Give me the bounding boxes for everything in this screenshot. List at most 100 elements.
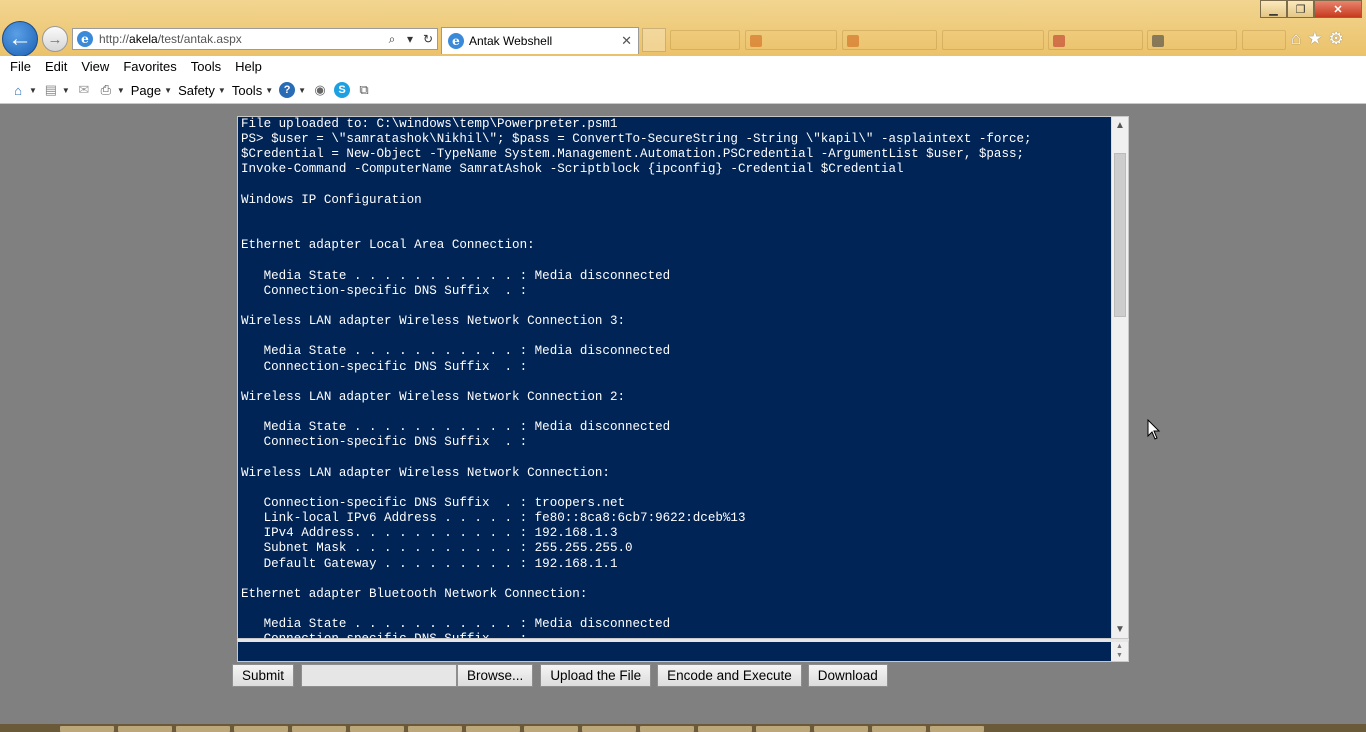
menu-tools[interactable]: Tools: [191, 59, 221, 74]
background-tab[interactable]: [1242, 30, 1286, 50]
mouse-pointer-icon: [1147, 419, 1161, 440]
refresh-icon[interactable]: ↻: [419, 32, 437, 46]
taskbar-item[interactable]: [176, 726, 230, 732]
chevron-down-icon[interactable]: ▼: [62, 86, 70, 95]
console-output-area[interactable]: File uploaded to: C:\windows\temp\Powerp…: [237, 116, 1129, 639]
rss-feed-icon: ▤: [44, 82, 58, 97]
taskbar-item[interactable]: [118, 726, 172, 732]
background-tab[interactable]: [1048, 30, 1143, 50]
background-tab[interactable]: [942, 30, 1044, 50]
ie-favicon-icon: e: [448, 33, 464, 49]
favorites-star-icon[interactable]: ★: [1307, 29, 1322, 49]
browser-titlebar: ← → e http://akela/test/antak.aspx ⌕ ▾ ↻…: [0, 0, 1366, 57]
addon-icon: ⧉: [359, 82, 369, 97]
arrow-right-icon: →: [47, 30, 63, 48]
command-input[interactable]: ▲ ▼: [237, 639, 1129, 662]
console-output-text: File uploaded to: C:\windows\temp\Powerp…: [241, 117, 1032, 638]
search-icon[interactable]: ⌕: [383, 32, 401, 47]
page-menu-button[interactable]: Page ▼: [131, 83, 172, 98]
menu-help[interactable]: Help: [235, 59, 262, 74]
favicon-icon: [1053, 35, 1065, 47]
action-buttons: Submit Browse... Upload the File Encode …: [232, 664, 888, 687]
dropdown-arrow-icon[interactable]: ▾: [401, 32, 419, 46]
upload-file-button[interactable]: Upload the File: [540, 664, 652, 687]
close-tab-icon[interactable]: ✕: [621, 33, 632, 49]
chevron-down-icon[interactable]: ▼: [29, 86, 37, 95]
maximize-button[interactable]: ❐: [1287, 0, 1314, 18]
titlebar-ghost-text: [8, 3, 12, 14]
new-tab-button[interactable]: [642, 28, 666, 52]
window-controls: ▁ ❐ ✕: [1260, 0, 1362, 18]
skype-button[interactable]: S: [334, 82, 351, 98]
taskbar-item[interactable]: [582, 726, 636, 732]
taskbar-item[interactable]: [408, 726, 462, 732]
skype-icon: S: [334, 82, 351, 98]
close-window-button[interactable]: ✕: [1314, 0, 1362, 18]
safety-menu-button[interactable]: Safety ▼: [178, 83, 226, 98]
taskbar-item[interactable]: [930, 726, 984, 732]
taskbar-item[interactable]: [60, 726, 114, 732]
safety-menu-label: Safety: [178, 82, 215, 98]
taskbar-item[interactable]: [466, 726, 520, 732]
favicon-icon: [750, 35, 762, 47]
taskbar-item[interactable]: [640, 726, 694, 732]
scrollbar-thumb[interactable]: [1114, 153, 1126, 317]
address-url[interactable]: http://akela/test/antak.aspx: [99, 32, 383, 46]
menu-edit[interactable]: Edit: [45, 59, 67, 74]
tools-menu-label: Tools: [231, 82, 263, 98]
submit-button[interactable]: Submit: [232, 664, 295, 687]
background-tab[interactable]: [1147, 30, 1237, 50]
chevron-down-icon: ▼: [164, 85, 173, 95]
home-button[interactable]: ⌂ ▼: [10, 82, 37, 98]
research-button[interactable]: ◉: [312, 82, 328, 98]
home-icon[interactable]: ⌂: [1291, 29, 1301, 49]
chevron-down-icon[interactable]: ▼: [117, 86, 125, 95]
arrow-left-icon: ←: [8, 25, 32, 52]
menu-file[interactable]: File: [10, 59, 31, 74]
forward-button[interactable]: →: [42, 26, 68, 52]
chevron-down-icon: ▼: [265, 85, 274, 95]
taskbar-item[interactable]: [814, 726, 868, 732]
back-button[interactable]: ←: [2, 21, 38, 57]
browser-right-icons: ⌂ ★ ⚙: [1291, 29, 1344, 49]
taskbar-item[interactable]: [698, 726, 752, 732]
menu-view[interactable]: View: [81, 59, 109, 74]
taskbar-item[interactable]: [524, 726, 578, 732]
eye-icon: ◉: [314, 82, 326, 97]
scroll-down-icon[interactable]: ▼: [1112, 621, 1128, 638]
print-button[interactable]: ⎙ ▼: [98, 82, 125, 98]
gear-icon[interactable]: ⚙: [1329, 29, 1344, 49]
addon-button[interactable]: ⧉: [356, 82, 372, 98]
favicon-icon: [1152, 35, 1164, 47]
menu-favorites[interactable]: Favorites: [123, 59, 176, 74]
background-tab[interactable]: [745, 30, 837, 50]
taskbar-item[interactable]: [872, 726, 926, 732]
feeds-button[interactable]: ▤ ▼: [43, 82, 70, 98]
home-icon: ⌂: [14, 82, 22, 98]
taskbar-item[interactable]: [756, 726, 810, 732]
taskbar-item[interactable]: [234, 726, 288, 732]
taskbar-item[interactable]: [350, 726, 404, 732]
encode-and-execute-button[interactable]: Encode and Execute: [657, 664, 802, 687]
tab-antak-webshell[interactable]: e Antak Webshell ✕: [441, 27, 639, 54]
chevron-down-icon[interactable]: ▼: [298, 86, 306, 95]
download-button[interactable]: Download: [807, 664, 888, 687]
console-scrollbar[interactable]: ▲ ▼: [1111, 117, 1128, 638]
page-content: File uploaded to: C:\windows\temp\Powerp…: [0, 105, 1366, 724]
background-tab[interactable]: [670, 30, 740, 50]
browse-button[interactable]: Browse...: [457, 664, 534, 687]
chevron-down-icon: ▼: [217, 85, 226, 95]
scroll-arrows-icon: ▲ ▼: [1116, 643, 1123, 659]
tools-menu-button[interactable]: Tools ▼: [232, 83, 273, 98]
background-tab[interactable]: [842, 30, 937, 50]
scroll-up-icon[interactable]: ▲: [1112, 117, 1128, 134]
minimize-button[interactable]: ▁: [1260, 0, 1287, 18]
minimize-icon: ▁: [1269, 3, 1278, 16]
command-input-scrollbar[interactable]: ▲ ▼: [1111, 642, 1128, 661]
address-bar[interactable]: e http://akela/test/antak.aspx ⌕ ▾ ↻: [72, 28, 438, 50]
help-button[interactable]: ? ▼: [279, 82, 306, 98]
ie-favicon-icon: e: [77, 31, 93, 47]
taskbar-item[interactable]: [292, 726, 346, 732]
read-mail-button[interactable]: ✉: [76, 82, 92, 98]
file-path-field[interactable]: [301, 664, 458, 687]
